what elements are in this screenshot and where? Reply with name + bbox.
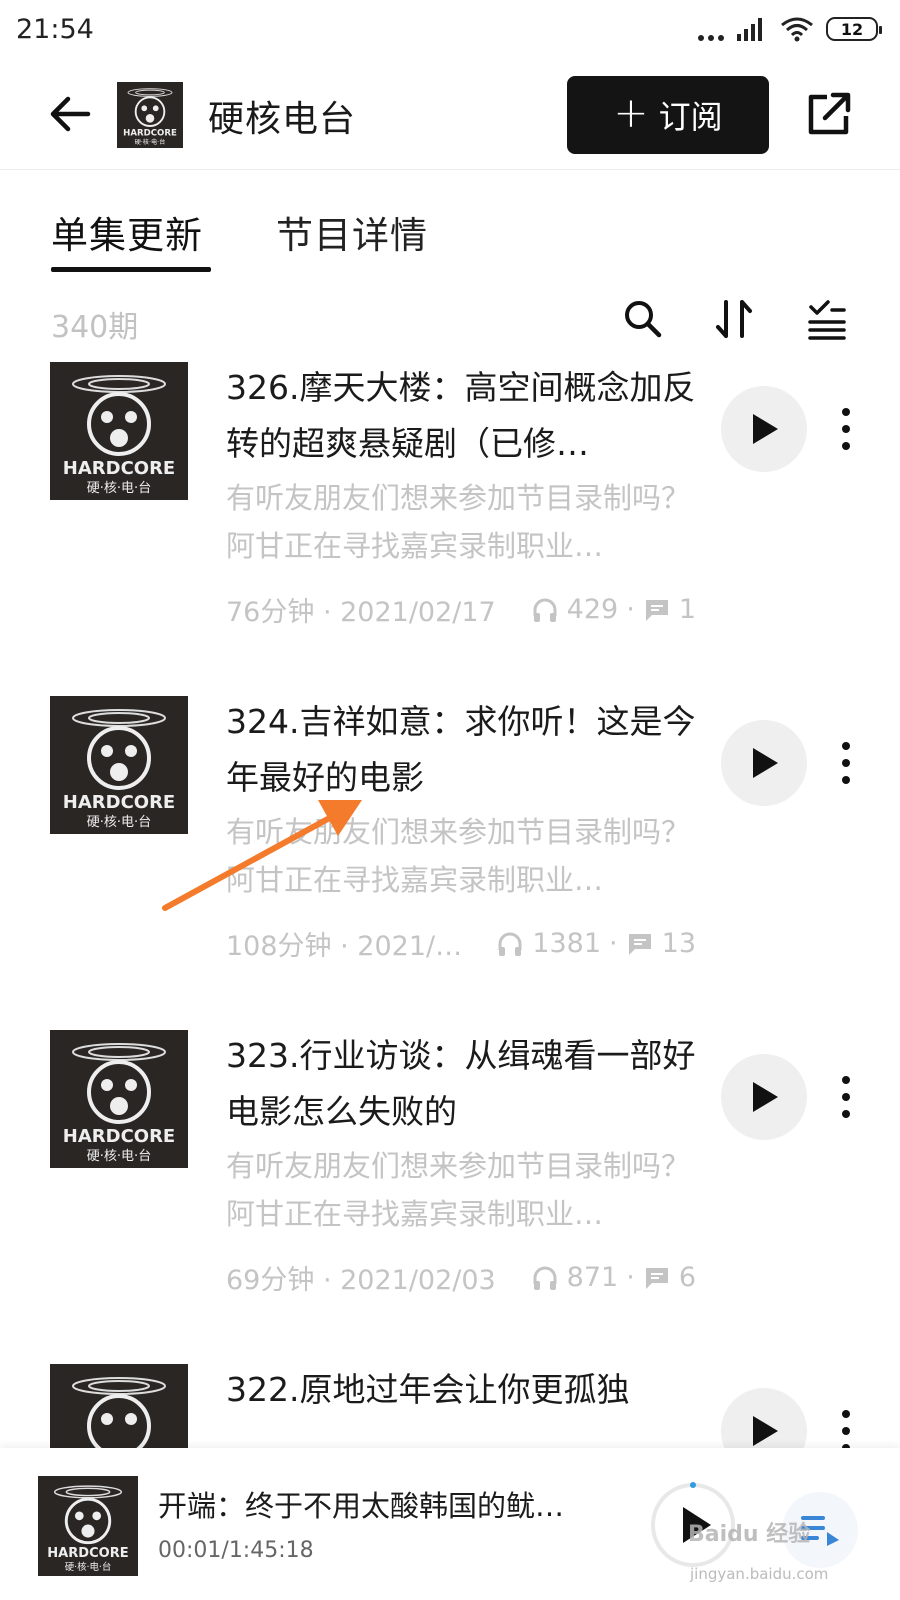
play-button[interactable] [721,720,807,806]
comment-icon [628,933,651,955]
back-arrow-icon[interactable] [44,88,96,140]
episode-duration-date: 76分钟 · 2021/02/17 [226,597,496,628]
separator-dot: · [609,928,618,959]
episode-item[interactable]: 322.原地过年会让你更孤独 [0,1364,900,1448]
episode-meta: 108分钟 · 2021/… 1381 · 13 [226,924,696,963]
app-header: HARDCORE 硬·核·电·台 硬核电台 + 订阅 [0,62,900,170]
play-button[interactable] [721,1388,807,1448]
separator-dot: · [626,594,635,625]
battery-indicator: 12 [826,17,882,41]
svg-text:HARDCORE: HARDCORE [63,792,175,813]
comment-icon [645,1267,668,1289]
signal-icon [737,18,762,41]
episode-title[interactable]: 326.摩天大楼：高空间概念加反转的超爽悬疑剧（已修… [226,360,696,472]
svg-text:HARDCORE: HARDCORE [63,1126,175,1147]
separator-dot: · [626,1262,635,1293]
play-button[interactable] [721,386,807,472]
episode-cover: HARDCORE 硬·核·电·台 [50,696,188,834]
tab-indicator [51,267,211,272]
more-options-icon[interactable] [834,1072,858,1122]
status-icons: 12 [698,16,882,42]
svg-text:HARDCORE: HARDCORE [47,1546,128,1561]
svg-text:硬·核·电·台: 硬·核·电·台 [87,815,151,830]
sort-icon[interactable] [712,296,758,342]
episode-description: 有听友朋友们想来参加节目录制吗？阿甘正在寻找嘉宾录制职业… [226,815,691,897]
headphones-icon [533,1266,557,1290]
tab-bar: 单集更新 节目详情 [0,205,900,275]
svg-text:HARDCORE: HARDCORE [123,129,177,139]
watermark-url: jingyan.baidu.com [690,1565,829,1583]
episode-duration-date: 69分钟 · 2021/02/03 [226,1265,496,1296]
play-icon [753,748,778,778]
share-icon[interactable] [803,88,855,140]
episode-meta: 69分钟 · 2021/02/03 871 · 6 [226,1258,696,1297]
episode-duration-date: 108分钟 · 2021/… [226,931,463,962]
svg-text:HARDCORE: HARDCORE [63,458,175,479]
episode-description: 有听友朋友们想来参加节目录制吗？阿甘正在寻找嘉宾录制职业… [226,1149,691,1231]
svg-text:硬·核·电·台: 硬·核·电·台 [87,481,151,496]
tab-details[interactable]: 节目详情 [276,205,428,259]
play-icon [753,1416,778,1446]
episode-description: 有听友朋友们想来参加节目录制吗？阿甘正在寻找嘉宾录制职业… [226,481,691,563]
subscribe-button[interactable]: + 订阅 [567,76,769,154]
episode-title[interactable]: 323.行业访谈：从缉魂看一部好电影怎么失败的 [226,1028,696,1140]
episode-cover [50,1364,188,1448]
play-count: 1381 [532,928,602,959]
episode-count: 340期 [51,310,139,345]
comment-count: 1 [678,594,696,625]
episode-title[interactable]: 322.原地过年会让你更孤独 [226,1364,696,1418]
play-icon [753,1082,778,1112]
watermark-logo: Baidu 经验 [688,1522,811,1547]
episode-item[interactable]: HARDCORE 硬·核·电·台 324.吉祥如意：求你听！这是今年最好的电影 … [0,696,900,1036]
podcast-title: 硬核电台 [208,99,357,140]
subscribe-label: 订阅 [658,98,723,136]
headphones-icon [498,932,522,956]
episode-cover: HARDCORE 硬·核·电·台 [50,362,188,500]
svg-text:硬·核·电·台: 硬·核·电·台 [65,1561,112,1573]
search-icon[interactable] [620,296,666,342]
play-count: 429 [566,594,619,625]
episode-cover: HARDCORE 硬·核·电·台 [50,1030,188,1168]
svg-text:硬·核·电·台: 硬·核·电·台 [87,1149,151,1164]
now-playing-cover: HARDCORE 硬·核·电·台 [38,1476,138,1576]
comment-count: 13 [661,928,696,959]
play-icon [753,414,778,444]
more-options-icon[interactable] [834,404,858,454]
batch-select-icon[interactable] [804,296,850,342]
plus-icon: + [613,88,649,137]
episode-item[interactable]: HARDCORE 硬·核·电·台 323.行业访谈：从缉魂看一部好电影怎么失败的… [0,1030,900,1370]
svg-text:硬·核·电·台: 硬·核·电·台 [135,138,166,146]
now-playing-time: 00:01/1:45:18 [158,1538,314,1563]
play-count: 871 [566,1262,619,1293]
more-options-icon[interactable] [834,738,858,788]
episode-item[interactable]: HARDCORE 硬·核·电·台 326.摩天大楼：高空间概念加反转的超爽悬疑剧… [0,362,900,702]
podcast-logo: HARDCORE 硬·核·电·台 [117,82,183,148]
more-dots-icon [698,17,724,41]
wifi-icon [781,17,813,42]
comment-icon [645,599,668,621]
episode-title[interactable]: 324.吉祥如意：求你听！这是今年最好的电影 [226,694,696,806]
episode-meta: 76分钟 · 2021/02/17 429 · 1 [226,590,696,629]
headphones-icon [533,598,557,622]
comment-count: 6 [678,1262,696,1293]
status-time: 21:54 [16,14,94,45]
play-button[interactable] [721,1054,807,1140]
more-options-icon[interactable] [834,1406,858,1448]
now-playing-title[interactable]: 开端：终于不用太酸韩国的鱿… [158,1483,608,1525]
status-bar: 21:54 12 [0,0,900,62]
tab-episodes[interactable]: 单集更新 [51,205,203,259]
